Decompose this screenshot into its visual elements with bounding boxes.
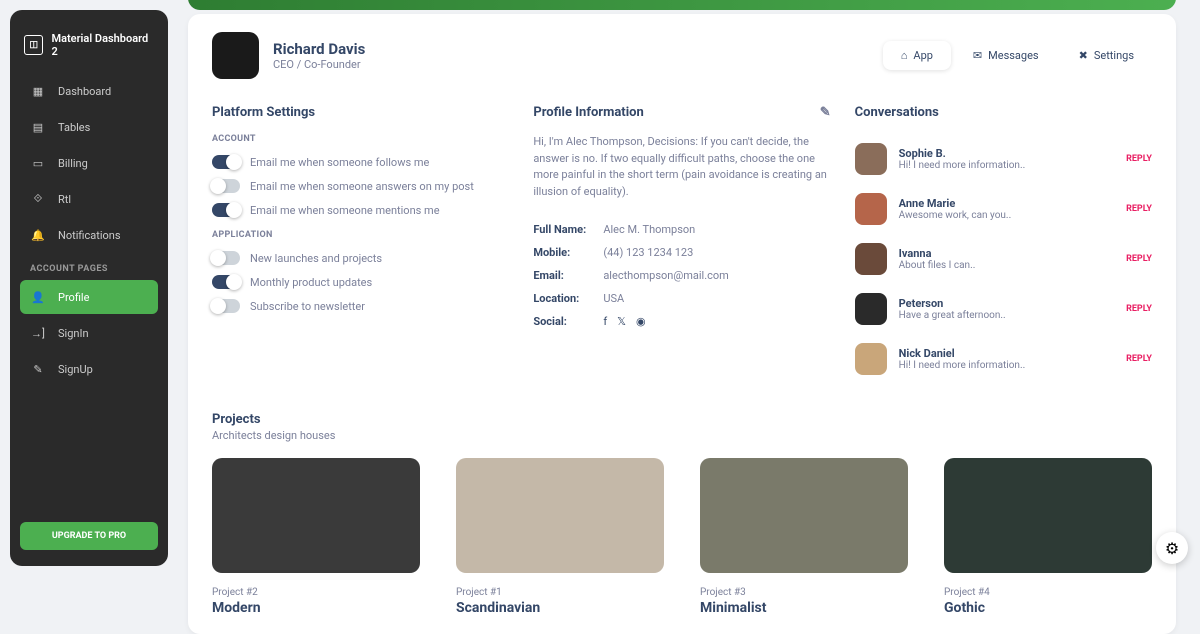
home-icon: ⌂ <box>901 49 908 62</box>
application-section: APPLICATION <box>212 230 509 240</box>
avatar <box>855 293 887 325</box>
sidebar-item-dashboard[interactable]: ▦Dashboard <box>20 74 158 108</box>
conversation-msg: Awesome work, can you.. <box>899 210 1012 221</box>
profile-avatar <box>212 32 259 79</box>
rtl-icon: ⟐ <box>30 191 46 207</box>
conversation-item[interactable]: Sophie B. Hi! I need more information.. … <box>855 134 1152 184</box>
avatar <box>855 143 887 175</box>
banner <box>188 0 1176 10</box>
profile-fullname: Alec M. Thompson <box>603 223 695 236</box>
tables-icon: ▤ <box>30 119 46 135</box>
platform-settings-title: Platform Settings <box>212 105 509 120</box>
settings-gear-button[interactable]: ⚙ <box>1156 532 1188 564</box>
edit-icon[interactable]: ✎ <box>820 105 831 120</box>
conversations-title: Conversations <box>855 105 1152 120</box>
billing-icon: ▭ <box>30 155 46 171</box>
profile-role: CEO / Co-Founder <box>273 58 365 71</box>
brand-icon: ◫ <box>24 35 43 55</box>
projects-subtitle: Architects design houses <box>212 429 1152 442</box>
sidebar-item-rtl[interactable]: ⟐Rtl <box>20 182 158 216</box>
sidebar-item-signup[interactable]: ✎SignUp <box>20 352 158 386</box>
project-name: Minimalist <box>700 600 908 616</box>
person-icon: 👤 <box>30 289 46 305</box>
project-card[interactable]: Project #1 Scandinavian <box>456 458 664 616</box>
project-name: Scandinavian <box>456 600 664 616</box>
bell-icon: 🔔 <box>30 227 46 243</box>
toggle-answers[interactable] <box>212 179 240 193</box>
toggle-launches[interactable] <box>212 251 240 265</box>
sidebar-item-profile[interactable]: 👤Profile <box>20 280 158 314</box>
project-card[interactable]: Project #3 Minimalist <box>700 458 908 616</box>
conversation-name: Anne Marie <box>899 197 1012 210</box>
project-image <box>700 458 908 573</box>
profile-email: alecthompson@mail.com <box>603 269 728 282</box>
project-number: Project #4 <box>944 587 1152 598</box>
profile-bio: Hi, I'm Alec Thompson, Decisions: If you… <box>533 134 830 200</box>
reply-button[interactable]: REPLY <box>1126 204 1152 214</box>
project-card[interactable]: Project #4 Gothic <box>944 458 1152 616</box>
conversation-msg: Hi! I need more information.. <box>899 360 1026 371</box>
tab-settings[interactable]: ✖Settings <box>1061 41 1152 70</box>
conversation-name: Ivanna <box>899 247 976 260</box>
projects-title: Projects <box>212 412 1152 427</box>
tab-app[interactable]: ⌂App <box>883 41 951 70</box>
project-name: Gothic <box>944 600 1152 616</box>
project-name: Modern <box>212 600 420 616</box>
sidebar-item-signin[interactable]: →]SignIn <box>20 316 158 350</box>
signin-icon: →] <box>30 325 46 341</box>
brand[interactable]: ◫ Material Dashboard 2 <box>20 26 158 74</box>
conversation-name: Nick Daniel <box>899 347 1026 360</box>
conversation-msg: Hi! I need more information.. <box>899 160 1026 171</box>
nav-section-label: ACCOUNT PAGES <box>20 254 158 280</box>
instagram-icon[interactable]: ◉ <box>636 315 646 328</box>
toggle-newsletter[interactable] <box>212 299 240 313</box>
conversation-msg: Have a great afternoon.. <box>899 310 1006 321</box>
dashboard-icon: ▦ <box>30 83 46 99</box>
mail-icon: ✉ <box>973 49 982 62</box>
toggle-follows[interactable] <box>212 155 240 169</box>
facebook-icon[interactable]: f <box>603 315 607 328</box>
sidebar-item-notifications[interactable]: 🔔Notifications <box>20 218 158 252</box>
conversation-item[interactable]: Peterson Have a great afternoon.. REPLY <box>855 284 1152 334</box>
conversation-msg: About files I can.. <box>899 260 976 271</box>
twitter-icon[interactable]: 𝕏 <box>617 315 626 328</box>
toggle-mentions[interactable] <box>212 203 240 217</box>
avatar <box>855 243 887 275</box>
reply-button[interactable]: REPLY <box>1126 154 1152 164</box>
profile-mobile: (44) 123 1234 123 <box>603 246 693 259</box>
profile-location: USA <box>603 292 624 305</box>
project-number: Project #1 <box>456 587 664 598</box>
project-card[interactable]: Project #2 Modern <box>212 458 420 616</box>
reply-button[interactable]: REPLY <box>1126 304 1152 314</box>
reply-button[interactable]: REPLY <box>1126 254 1152 264</box>
reply-button[interactable]: REPLY <box>1126 354 1152 364</box>
conversation-name: Sophie B. <box>899 147 1026 160</box>
conversation-name: Peterson <box>899 297 1006 310</box>
signup-icon: ✎ <box>30 361 46 377</box>
profile-name: Richard Davis <box>273 40 365 58</box>
sidebar-item-billing[interactable]: ▭Billing <box>20 146 158 180</box>
project-image <box>456 458 664 573</box>
project-number: Project #2 <box>212 587 420 598</box>
project-image <box>944 458 1152 573</box>
conversation-item[interactable]: Nick Daniel Hi! I need more information.… <box>855 334 1152 384</box>
tab-messages[interactable]: ✉Messages <box>955 41 1057 70</box>
conversation-item[interactable]: Anne Marie Awesome work, can you.. REPLY <box>855 184 1152 234</box>
avatar <box>855 193 887 225</box>
avatar <box>855 343 887 375</box>
settings-icon: ✖ <box>1079 49 1088 62</box>
sidebar-item-tables[interactable]: ▤Tables <box>20 110 158 144</box>
project-number: Project #3 <box>700 587 908 598</box>
account-section: ACCOUNT <box>212 134 509 144</box>
project-image <box>212 458 420 573</box>
conversation-item[interactable]: Ivanna About files I can.. REPLY <box>855 234 1152 284</box>
upgrade-button[interactable]: UPGRADE TO PRO <box>20 522 158 550</box>
toggle-updates[interactable] <box>212 275 240 289</box>
brand-label: Material Dashboard 2 <box>51 32 154 58</box>
profile-info-title: Profile Information <box>533 105 643 120</box>
tabs: ⌂App ✉Messages ✖Settings <box>883 41 1152 70</box>
